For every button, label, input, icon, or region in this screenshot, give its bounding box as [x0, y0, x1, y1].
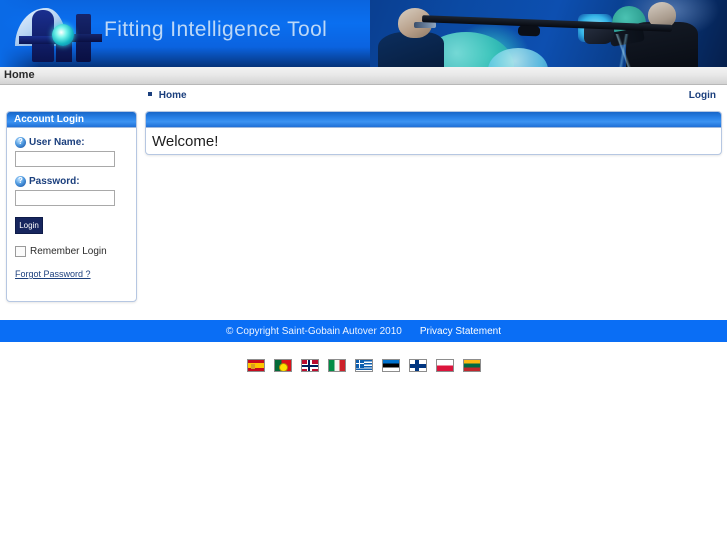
- forgot-password-link[interactable]: Forgot Password ?: [15, 269, 91, 279]
- language-flag-fi[interactable]: [408, 358, 427, 372]
- remember-login-checkbox[interactable]: [15, 246, 26, 257]
- account-login-panel-header: Account Login: [7, 112, 136, 128]
- username-label-row: User Name:: [15, 136, 128, 148]
- account-login-form: User Name: Password: Login Remember Logi…: [7, 128, 136, 282]
- fit-logo-icon[interactable]: [12, 6, 108, 64]
- breadcrumb-item-home[interactable]: Home: [159, 90, 187, 101]
- privacy-statement-link[interactable]: Privacy Statement: [420, 326, 501, 337]
- page-bottom-spacer: [0, 377, 727, 545]
- help-icon[interactable]: [15, 175, 26, 187]
- welcome-panel: Welcome!: [145, 111, 722, 155]
- password-label-row: Password:: [15, 175, 128, 187]
- help-icon[interactable]: [15, 136, 26, 148]
- language-flag-ee[interactable]: [381, 358, 400, 372]
- copyright-text: © Copyright Saint-Gobain Autover 2010: [226, 325, 402, 337]
- welcome-message: Welcome!: [152, 132, 219, 150]
- language-flag-pt[interactable]: [273, 358, 292, 372]
- language-flag-row: [0, 353, 727, 377]
- language-flag-lt[interactable]: [462, 358, 481, 372]
- language-flag-es[interactable]: [246, 358, 265, 372]
- login-button[interactable]: Login: [15, 217, 43, 234]
- nav-item-home[interactable]: Home: [4, 69, 35, 81]
- welcome-panel-body: Welcome!: [146, 128, 721, 154]
- brand-title: Fitting Intelligence Tool: [104, 18, 328, 41]
- language-flag-it[interactable]: [327, 358, 346, 372]
- account-login-panel-title: Account Login: [14, 114, 84, 125]
- remember-login-label: Remember Login: [30, 246, 107, 257]
- remember-login-row: Remember Login: [15, 246, 128, 257]
- breadcrumb-strip: Home Login: [0, 85, 727, 107]
- site-footer: © Copyright Saint-Gobain Autover 2010 Pr…: [0, 320, 727, 342]
- site-header: Fitting Intelligence Tool: [0, 0, 727, 67]
- language-flag-gr[interactable]: [354, 358, 373, 372]
- main-navigation-bar: Home: [0, 67, 727, 85]
- breadcrumb: Home: [148, 90, 187, 101]
- welcome-panel-header: [146, 112, 721, 128]
- content-area: Account Login User Name: Password: Login…: [0, 107, 727, 320]
- username-label: User Name:: [29, 137, 85, 148]
- username-input[interactable]: [15, 151, 115, 167]
- language-flag-no[interactable]: [300, 358, 319, 372]
- breadcrumb-bullet-icon: [148, 92, 152, 96]
- account-login-panel: Account Login User Name: Password: Login…: [6, 111, 137, 302]
- header-banner-photo: [370, 0, 727, 67]
- language-flag-pl[interactable]: [435, 358, 454, 372]
- header-login-link[interactable]: Login: [689, 90, 716, 101]
- password-label: Password:: [29, 176, 80, 187]
- password-input[interactable]: [15, 190, 115, 206]
